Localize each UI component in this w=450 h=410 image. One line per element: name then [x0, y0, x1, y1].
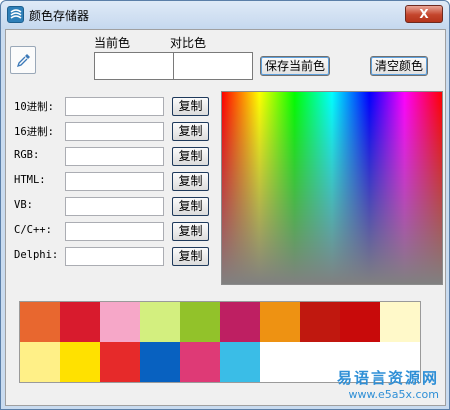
- save-current-color-button[interactable]: 保存当前色: [260, 56, 330, 76]
- app-icon: [7, 6, 24, 23]
- c-cpp-field[interactable]: [65, 222, 164, 241]
- palette-swatch[interactable]: [140, 302, 180, 342]
- copy-hex-button[interactable]: 复制: [172, 122, 209, 141]
- html-field[interactable]: [65, 172, 164, 191]
- current-color-swatch: [94, 52, 174, 80]
- palette-swatch[interactable]: [60, 302, 100, 342]
- eyedropper-icon: [16, 54, 30, 68]
- copy-vb-button[interactable]: 复制: [172, 197, 209, 216]
- copy-decimal-button[interactable]: 复制: [172, 97, 209, 116]
- palette-swatch[interactable]: [260, 302, 300, 342]
- palette-swatch[interactable]: [100, 342, 140, 382]
- decimal-label: 10进制:: [14, 101, 54, 113]
- hex-field[interactable]: [65, 122, 164, 141]
- current-color-label: 当前色: [94, 36, 131, 50]
- vb-label: VB:: [14, 199, 33, 211]
- copy-html-button[interactable]: 复制: [172, 172, 209, 191]
- compare-color-label: 对比色: [170, 36, 207, 50]
- palette-swatch[interactable]: [340, 302, 380, 342]
- palette-swatch[interactable]: [220, 302, 260, 342]
- palette-swatch[interactable]: [20, 342, 60, 382]
- c-cpp-label: C/C++:: [14, 224, 52, 236]
- eyedropper-button[interactable]: [10, 46, 36, 74]
- hex-label: 16进制:: [14, 126, 54, 138]
- rgb-label: RGB:: [14, 149, 40, 161]
- palette-swatch[interactable]: [140, 342, 180, 382]
- html-label: HTML:: [14, 174, 46, 186]
- palette-swatch[interactable]: [60, 342, 100, 382]
- color-spectrum[interactable]: [221, 91, 443, 285]
- spectrum-saturation-layer: [222, 92, 442, 284]
- window-title: 颜色存储器: [29, 9, 90, 23]
- watermark: 易语言资源网 www.e5a5x.com: [337, 367, 439, 401]
- palette-swatch[interactable]: [100, 302, 140, 342]
- rgb-field[interactable]: [65, 147, 164, 166]
- app-window: 颜色存储器 X 当前色 对比色 保存当前色 清空颜色 10进制: 复制 16进制…: [0, 0, 450, 410]
- delphi-label: Delphi:: [14, 249, 59, 261]
- close-button[interactable]: X: [405, 5, 443, 23]
- copy-delphi-button[interactable]: 复制: [172, 247, 209, 266]
- copy-c-cpp-button[interactable]: 复制: [172, 222, 209, 241]
- palette-swatch[interactable]: [300, 302, 340, 342]
- palette-swatch[interactable]: [180, 302, 220, 342]
- compare-color-swatch: [173, 52, 253, 80]
- vb-field[interactable]: [65, 197, 164, 216]
- palette-swatch[interactable]: [20, 302, 60, 342]
- palette-swatch[interactable]: [180, 342, 220, 382]
- decimal-field[interactable]: [65, 97, 164, 116]
- delphi-field[interactable]: [65, 247, 164, 266]
- watermark-text: 易语言资源网: [336, 369, 439, 387]
- title-bar[interactable]: 颜色存储器 X: [1, 1, 449, 29]
- copy-rgb-button[interactable]: 复制: [172, 147, 209, 166]
- palette-swatch[interactable]: [380, 302, 420, 342]
- palette-swatch[interactable]: [220, 342, 260, 382]
- clear-colors-button[interactable]: 清空颜色: [370, 56, 428, 76]
- watermark-url: www.e5a5x.com: [348, 388, 439, 401]
- client-area: 当前色 对比色 保存当前色 清空颜色 10进制: 复制 16进制: 复制 RGB…: [5, 29, 446, 406]
